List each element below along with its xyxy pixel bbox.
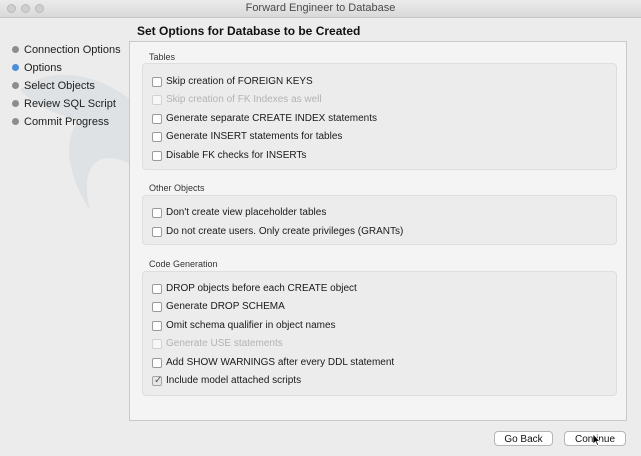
group-title-code-generation: Code Generation bbox=[149, 259, 218, 269]
checkbox[interactable] bbox=[152, 95, 162, 105]
go-back-button[interactable]: Go Back bbox=[494, 431, 553, 446]
step-label: Select Objects bbox=[24, 80, 95, 92]
group-title-other-objects: Other Objects bbox=[149, 183, 205, 193]
step-label: Commit Progress bbox=[24, 116, 109, 128]
checkbox[interactable] bbox=[152, 358, 162, 368]
checkbox[interactable] bbox=[152, 284, 162, 294]
checkbox[interactable] bbox=[152, 114, 162, 124]
step-commit-progress[interactable]: Commit Progress bbox=[10, 113, 125, 131]
zoom-window-icon[interactable] bbox=[35, 4, 44, 13]
forward-engineer-window: Forward Engineer to Database Connection … bbox=[0, 0, 641, 456]
mouse-pointer-icon bbox=[593, 434, 601, 446]
step-status-icon bbox=[12, 82, 19, 89]
window-title: Forward Engineer to Database bbox=[245, 2, 396, 14]
minimize-window-icon[interactable] bbox=[21, 4, 30, 13]
checkbox[interactable] bbox=[152, 321, 162, 331]
wizard-steps: Connection Options Options Select Object… bbox=[10, 41, 125, 131]
step-label: Review SQL Script bbox=[24, 98, 116, 110]
step-select-objects[interactable]: Select Objects bbox=[10, 77, 125, 95]
step-label: Options bbox=[24, 62, 62, 74]
step-current-icon bbox=[12, 64, 19, 71]
step-label: Connection Options bbox=[24, 44, 121, 56]
step-review-sql-script[interactable]: Review SQL Script bbox=[10, 95, 125, 113]
step-status-icon bbox=[12, 118, 19, 125]
step-status-icon bbox=[12, 100, 19, 107]
close-window-icon[interactable] bbox=[7, 4, 16, 13]
step-options[interactable]: Options bbox=[10, 59, 125, 77]
title-bar: Forward Engineer to Database bbox=[0, 0, 641, 18]
checkbox[interactable] bbox=[152, 208, 162, 218]
checkbox[interactable] bbox=[152, 77, 162, 87]
checkbox[interactable] bbox=[152, 302, 162, 312]
checkbox[interactable] bbox=[152, 227, 162, 237]
checkbox[interactable] bbox=[152, 132, 162, 142]
checkbox[interactable] bbox=[152, 151, 162, 161]
page-title: Set Options for Database to be Created bbox=[137, 24, 361, 38]
group-title-tables: Tables bbox=[149, 52, 176, 62]
checkbox-checked[interactable] bbox=[152, 374, 162, 388]
step-connection-options[interactable]: Connection Options bbox=[10, 41, 125, 59]
checkbox[interactable] bbox=[152, 339, 162, 349]
step-status-icon bbox=[12, 46, 19, 53]
